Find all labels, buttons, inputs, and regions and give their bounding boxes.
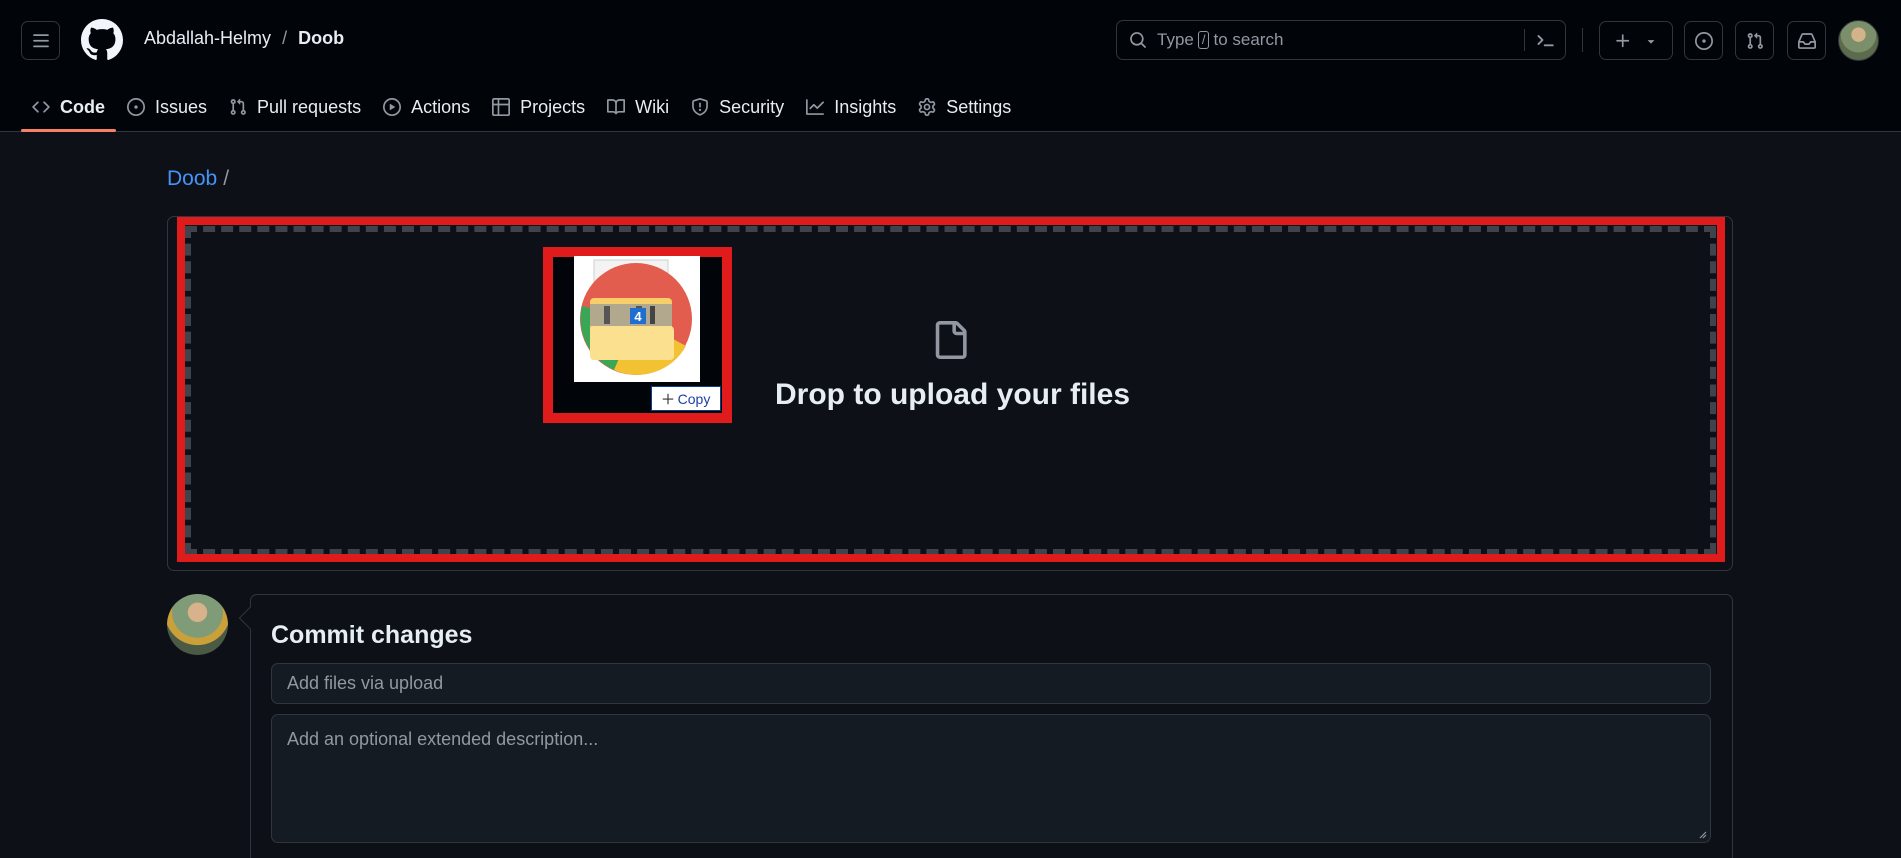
tab-actions[interactable]: Actions — [372, 84, 481, 130]
your-issues-button[interactable] — [1684, 21, 1723, 60]
drag-preview-badge: 4 — [634, 309, 642, 324]
dropzone-label: Drop to upload your files — [775, 378, 1131, 411]
repo-path: Abdallah-Helmy / Doob — [144, 28, 344, 49]
drag-preview-thumbnail: 4 — [574, 256, 700, 382]
owner-link[interactable]: Abdallah-Helmy — [144, 28, 271, 49]
file-icon — [935, 321, 967, 359]
tab-label: Insights — [834, 96, 897, 117]
triangle-down-icon — [1647, 39, 1655, 44]
shield-icon — [692, 98, 709, 116]
issue-opened-icon — [1694, 31, 1713, 50]
path-separator: / — [282, 28, 288, 48]
hamburger-icon — [32, 33, 49, 47]
tab-label: Projects — [520, 96, 586, 117]
create-new-button[interactable] — [1599, 21, 1673, 60]
your-pull-requests-button[interactable] — [1735, 21, 1774, 60]
search-icon — [1130, 32, 1146, 48]
command-palette-icon[interactable] — [1535, 30, 1555, 50]
tab-label: Code — [60, 96, 105, 117]
gear-icon — [918, 98, 936, 116]
menu-button[interactable] — [21, 21, 60, 60]
repo-tabs: Code Issues Pull requests Actions Projec… — [21, 84, 1022, 132]
tab-insights[interactable]: Insights — [795, 84, 907, 130]
tab-label: Pull requests — [257, 96, 362, 117]
tab-projects[interactable]: Projects — [481, 84, 596, 130]
folder-files-icon: 4 — [580, 259, 692, 375]
tab-label: Settings — [946, 96, 1012, 117]
breadcrumb: Doob / — [167, 167, 229, 191]
git-pull-request-icon — [1747, 32, 1763, 49]
repo-link[interactable]: Doob — [298, 28, 344, 49]
search-divider — [1524, 29, 1525, 51]
resize-grip-icon[interactable] — [1697, 829, 1707, 839]
code-icon — [32, 101, 50, 113]
commit-summary-input[interactable] — [271, 663, 1711, 704]
search-shortcut-key: / — [1197, 31, 1210, 49]
tab-label: Issues — [155, 96, 208, 117]
commit-title: Commit changes — [271, 621, 473, 649]
tab-label: Security — [719, 96, 785, 117]
play-icon — [383, 98, 402, 116]
tab-pull-requests[interactable]: Pull requests — [218, 84, 372, 130]
user-avatar[interactable] — [1838, 20, 1879, 61]
plus-icon — [1616, 33, 1630, 47]
tab-code[interactable]: Code — [21, 84, 116, 132]
commit-author-avatar — [167, 594, 228, 655]
commit-description-input[interactable] — [271, 714, 1711, 843]
app-header: Abdallah-Helmy / Doob Type / to search C… — [0, 0, 1901, 132]
copy-label: Copy — [677, 390, 711, 407]
github-logo-icon[interactable] — [81, 19, 123, 61]
breadcrumb-repo-link[interactable]: Doob — [167, 167, 217, 190]
header-divider — [1582, 28, 1583, 52]
search-suffix: to search — [1213, 30, 1284, 49]
inbox-icon — [1797, 32, 1816, 49]
search-prefix: Type — [1157, 30, 1194, 49]
search-input[interactable]: Type / to search — [1116, 20, 1566, 60]
copy-indicator: Copy — [651, 386, 721, 411]
graph-icon — [806, 99, 825, 115]
issue-opened-icon — [127, 98, 145, 116]
tab-security[interactable]: Security — [680, 84, 795, 130]
tab-settings[interactable]: Settings — [907, 84, 1022, 130]
top-bar: Abdallah-Helmy / Doob Type / to search — [0, 0, 1901, 80]
notifications-button[interactable] — [1787, 21, 1826, 60]
tab-wiki[interactable]: Wiki — [596, 84, 680, 130]
tab-issues[interactable]: Issues — [116, 84, 218, 130]
plus-icon — [662, 393, 673, 404]
breadcrumb-slash: / — [223, 167, 230, 190]
book-icon — [607, 99, 626, 115]
git-pull-request-icon — [230, 98, 246, 115]
table-icon — [492, 98, 511, 116]
tab-label: Actions — [411, 96, 471, 117]
tab-label: Wiki — [635, 96, 670, 117]
